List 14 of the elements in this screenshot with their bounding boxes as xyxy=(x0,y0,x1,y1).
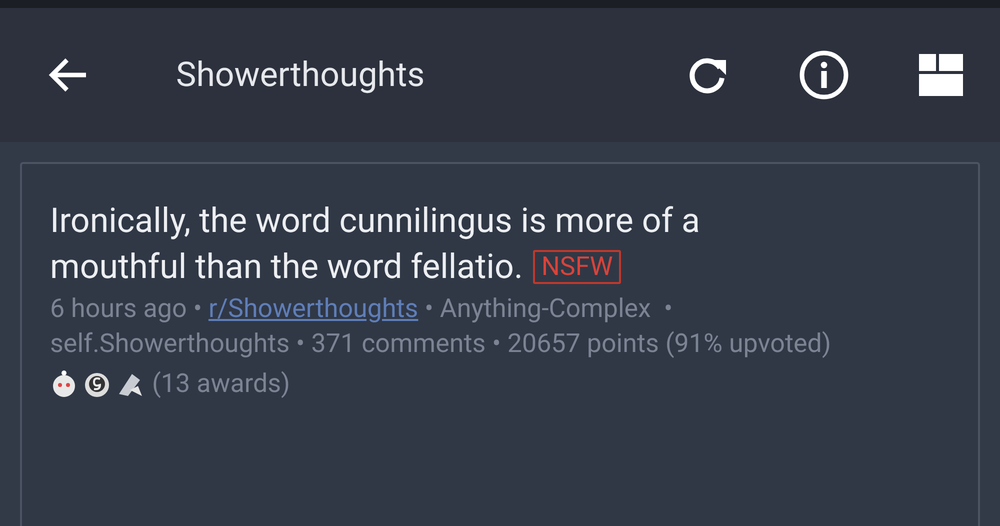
subreddit-link[interactable]: r/Showerthoughts xyxy=(208,294,418,324)
toolbar-title: Showerthoughts xyxy=(176,54,425,96)
post-meta: self.Showerthoughts • 371 comments • 20657 points (91% upvoted) xyxy=(50,329,831,359)
back-arrow-icon[interactable] xyxy=(48,57,88,93)
award-icon xyxy=(84,370,110,398)
award-icon xyxy=(50,370,78,398)
awards-count: (13 awards) xyxy=(152,368,290,400)
layout-icon[interactable] xyxy=(919,54,963,96)
post-card[interactable] xyxy=(20,162,980,526)
nsfw-tag: NSFW xyxy=(533,250,621,284)
post-meta: • Anything-Complex • xyxy=(424,294,673,324)
post-title: Ironically, the word cunnilingus is more of a mouthful than the word fellatio. NSFW xyxy=(50,200,701,289)
info-icon[interactable] xyxy=(799,50,849,100)
post-meta: 6 hours ago • xyxy=(50,294,204,324)
